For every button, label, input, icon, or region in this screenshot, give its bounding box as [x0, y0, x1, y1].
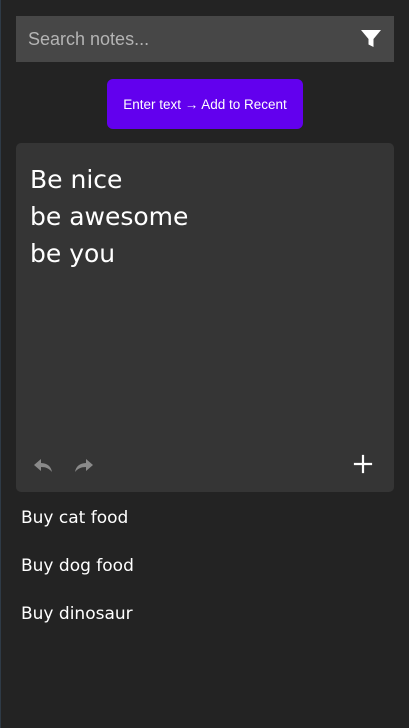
plus-icon[interactable]	[351, 452, 375, 476]
search-input[interactable]	[16, 16, 346, 62]
list-item[interactable]: Buy dog food	[0, 542, 409, 590]
search-bar	[16, 16, 394, 62]
editor-line: be awesome	[30, 202, 189, 231]
editor-line: be you	[30, 239, 116, 268]
list-item[interactable]: Buy dinosaur	[0, 590, 409, 638]
add-to-recent-button[interactable]: Enter text → Add to Recent	[107, 79, 303, 129]
recent-list: Buy cat food Buy dog food Buy dinosaur	[0, 494, 409, 638]
undo-icon[interactable]	[32, 454, 54, 476]
filter-icon[interactable]	[360, 29, 382, 49]
note-editor[interactable]: Be nice be awesome be you	[16, 143, 394, 492]
editor-line: Be nice	[30, 165, 123, 194]
list-item[interactable]: Buy cat food	[0, 494, 409, 542]
redo-icon[interactable]	[73, 454, 95, 476]
editor-text[interactable]: Be nice be awesome be you	[30, 161, 380, 272]
